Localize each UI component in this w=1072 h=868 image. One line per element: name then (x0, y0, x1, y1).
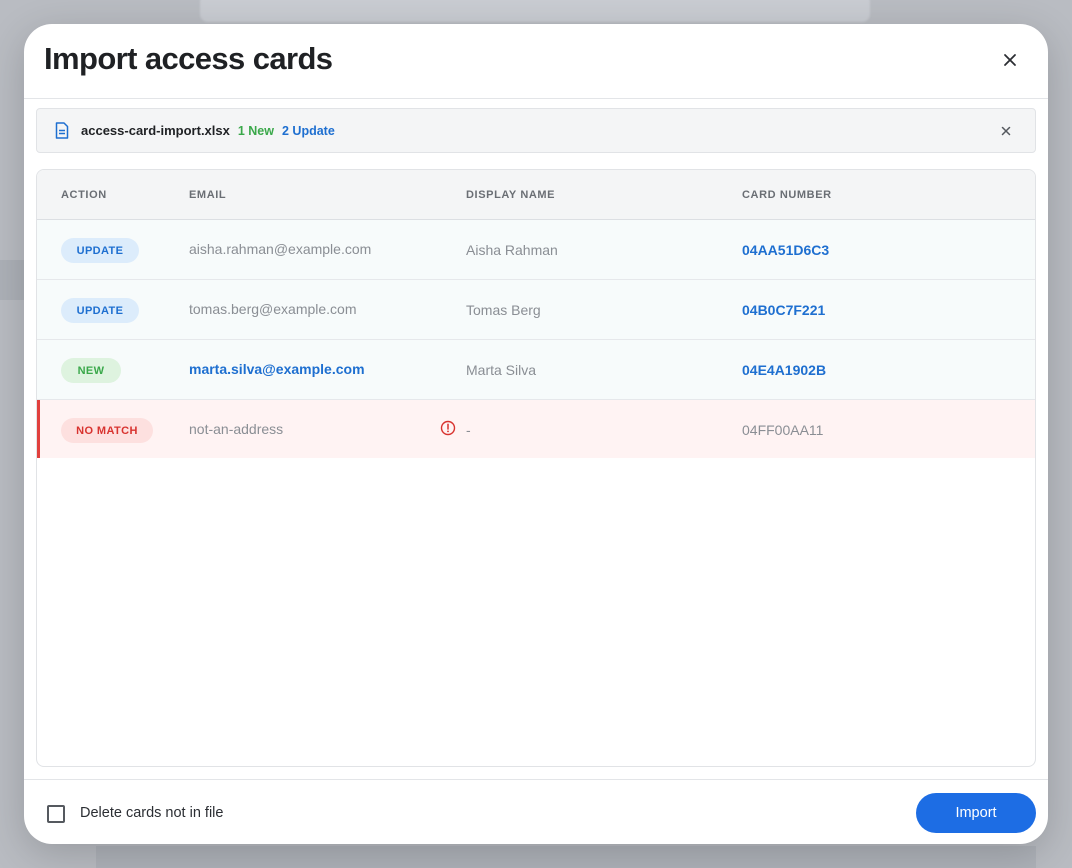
display-name-cell: Tomas Berg (466, 302, 541, 318)
column-header-email: EMAIL (189, 189, 227, 201)
email-cell: not-an-address (189, 421, 284, 437)
backdrop-sidebar-item (0, 260, 24, 300)
card-number-cell: 04AA51D6C3 (742, 242, 830, 258)
email-cell: marta.silva@example.com (189, 361, 365, 377)
table-header: ACTION EMAIL DISPLAY NAME CARD NUMBER (37, 170, 1035, 220)
column-header-display-name: DISPLAY NAME (466, 189, 556, 201)
column-header-action: ACTION (61, 189, 107, 201)
dialog-header: Import access cards (24, 24, 1048, 99)
display-name-cell: Aisha Rahman (466, 242, 558, 258)
dialog-footer: Delete cards not in file Import (24, 779, 1048, 844)
alert-circle-icon[interactable] (440, 420, 456, 436)
file-name: access-card-import.xlsx (81, 123, 230, 138)
backdrop-footer (96, 846, 1036, 868)
delete-cards-label[interactable]: Delete cards not in file (80, 805, 223, 821)
update-count-label: 2 Update (282, 123, 335, 138)
email-cell: aisha.rahman@example.com (189, 241, 372, 257)
action-badge: UPDATE (61, 298, 139, 323)
import-dialog: Import access cards access-card-import.x… (24, 24, 1048, 844)
dialog-title: Import access cards (44, 41, 333, 76)
email-cell: tomas.berg@example.com (189, 301, 357, 317)
action-badge: NO MATCH (61, 418, 153, 443)
close-icon (1001, 126, 1011, 136)
table-row: UPDATE aisha.rahman@example.com Aisha Ra… (37, 220, 1035, 280)
import-preview-table: ACTION EMAIL DISPLAY NAME CARD NUMBER UP… (36, 169, 1036, 767)
card-number-cell: 04FF00AA11 (742, 422, 824, 438)
delete-cards-checkbox[interactable] (47, 805, 65, 823)
close-dialog-button[interactable] (998, 48, 1022, 72)
file-summary-bar: access-card-import.xlsx 1 New 2 Update (36, 108, 1036, 153)
action-badge: UPDATE (61, 238, 139, 263)
card-number-cell: 04E4A1902B (742, 362, 827, 378)
new-count-label: 1 New (237, 123, 274, 138)
table-row: UPDATE tomas.berg@example.com Tomas Berg… (37, 280, 1035, 340)
close-icon (1004, 54, 1016, 66)
display-name-cell: Marta Silva (466, 362, 537, 378)
backdrop-search-bar (200, 0, 870, 22)
remove-file-button[interactable] (997, 122, 1015, 140)
card-number-cell: 04B0C7F221 (742, 302, 826, 318)
action-badge: NEW (61, 358, 121, 383)
column-header-card-number: CARD NUMBER (742, 189, 832, 201)
import-button[interactable]: Import (916, 793, 1036, 833)
display-name-cell: - (466, 422, 471, 438)
file-document-icon (55, 122, 71, 140)
table-row-error: NO MATCH not-an-address - 04FF00AA11 (37, 400, 1035, 458)
table-row: NEW marta.silva@example.com Marta Silva … (37, 340, 1035, 400)
